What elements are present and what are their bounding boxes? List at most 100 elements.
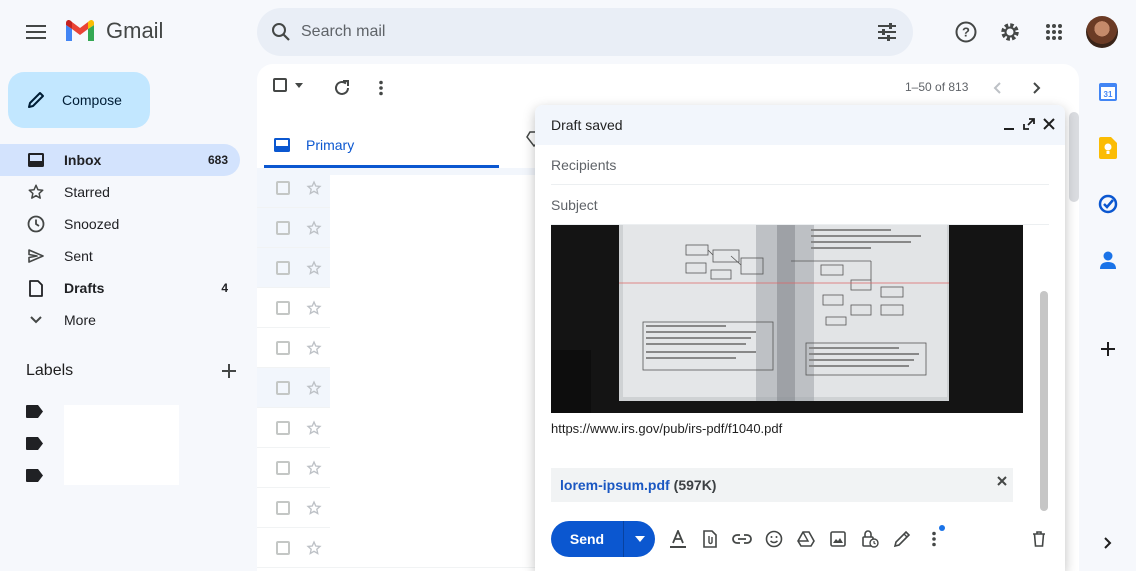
formatting-options-button[interactable]	[666, 527, 690, 551]
sidebar-nav: Inbox 683 Starred Snoozed Sent Drafts 4 …	[0, 144, 240, 336]
send-button[interactable]: Send	[551, 531, 623, 547]
row-checkbox[interactable]	[276, 220, 290, 235]
expand-side-panel-button[interactable]	[1096, 531, 1120, 555]
row-checkbox[interactable]	[276, 340, 290, 355]
main-menu-button[interactable]	[16, 12, 56, 52]
sidebar-item-inbox[interactable]: Inbox 683	[0, 144, 240, 176]
drive-icon	[797, 531, 815, 547]
compose-scrollbar[interactable]	[1040, 291, 1048, 511]
gmail-logo[interactable]: Gmail	[64, 18, 163, 44]
expand-icon	[1023, 118, 1035, 130]
insert-drive-button[interactable]	[794, 527, 818, 551]
search-icon[interactable]	[267, 18, 295, 46]
caret-down-icon[interactable]	[295, 82, 303, 88]
tasks-icon[interactable]	[1096, 192, 1120, 216]
app-name: Gmail	[106, 18, 164, 43]
row-checkbox[interactable]	[276, 540, 290, 555]
next-page-button[interactable]	[1033, 82, 1041, 94]
confidential-mode-button[interactable]	[858, 527, 882, 551]
labels-header: Labels	[26, 362, 236, 380]
label-tag-icon[interactable]	[26, 469, 46, 483]
star-icon[interactable]	[306, 299, 322, 316]
compose-header[interactable]: Draft saved	[535, 105, 1065, 145]
tab-primary[interactable]: Primary	[264, 124, 499, 168]
checkbox[interactable]	[273, 78, 287, 92]
star-icon[interactable]	[306, 539, 322, 556]
close-icon	[1043, 118, 1055, 130]
sidebar-item-label: More	[64, 312, 96, 328]
prev-page-button[interactable]	[993, 82, 1001, 94]
add-label-button[interactable]	[222, 364, 236, 378]
sidebar-item-snoozed[interactable]: Snoozed	[0, 208, 240, 240]
pencil-icon	[28, 92, 44, 108]
support-button[interactable]: ?	[946, 12, 986, 52]
star-icon[interactable]	[306, 459, 322, 476]
discard-draft-button[interactable]	[1027, 527, 1051, 551]
redacted-message-content	[330, 175, 535, 565]
apps-button[interactable]	[1034, 12, 1074, 52]
search-bar[interactable]	[257, 8, 913, 56]
star-icon[interactable]	[306, 179, 322, 196]
subject-field[interactable]: Subject	[551, 185, 1049, 225]
chevron-right-icon	[1033, 82, 1041, 94]
subject-placeholder: Subject	[551, 196, 598, 213]
more-options-button[interactable]	[922, 525, 946, 551]
settings-button[interactable]	[990, 12, 1030, 52]
label-tag-icon[interactable]	[26, 437, 46, 451]
search-options-icon[interactable]	[877, 23, 897, 41]
row-checkbox[interactable]	[276, 180, 290, 195]
row-checkbox[interactable]	[276, 380, 290, 395]
attach-files-button[interactable]	[698, 527, 722, 551]
body-url-text[interactable]: https://www.irs.gov/pub/irs-pdf/f1040.pd…	[551, 421, 782, 436]
sidebar-item-more[interactable]: More	[0, 304, 240, 336]
sidebar-item-label: Starred	[64, 184, 110, 200]
row-checkbox[interactable]	[276, 500, 290, 515]
compose-button[interactable]: Compose	[8, 72, 150, 128]
fullscreen-button[interactable]	[1023, 117, 1035, 131]
text-format-icon	[670, 530, 686, 548]
send-options-button[interactable]	[624, 536, 655, 542]
plus-icon	[1101, 342, 1115, 356]
insert-signature-button[interactable]	[890, 527, 914, 551]
recipients-field[interactable]: Recipients	[551, 145, 1049, 185]
sidebar-item-sent[interactable]: Sent	[0, 240, 240, 272]
attachment-chip[interactable]: lorem-ipsum.pdf (597K)	[551, 468, 1013, 502]
star-icon[interactable]	[306, 419, 322, 436]
compose-title: Draft saved	[551, 117, 623, 133]
keep-icon[interactable]	[1096, 136, 1120, 160]
remove-attachment-button[interactable]	[997, 476, 1007, 486]
star-icon[interactable]	[306, 259, 322, 276]
row-checkbox[interactable]	[276, 300, 290, 315]
pen-icon	[893, 530, 911, 548]
label-tag-icon[interactable]	[26, 405, 46, 419]
star-icon[interactable]	[306, 219, 322, 236]
draft-icon	[26, 278, 46, 298]
sidebar-item-drafts[interactable]: Drafts 4	[0, 272, 240, 304]
sidebar-item-label: Drafts	[64, 280, 105, 296]
star-icon[interactable]	[306, 379, 322, 396]
search-input[interactable]	[301, 23, 877, 41]
list-scrollbar[interactable]	[1069, 112, 1079, 202]
star-icon[interactable]	[306, 499, 322, 516]
sidebar-item-label: Sent	[64, 248, 93, 264]
calendar-icon[interactable]: 31	[1096, 80, 1120, 104]
more-actions-button[interactable]	[378, 80, 384, 96]
attachment-name[interactable]: lorem-ipsum.pdf	[560, 477, 670, 493]
row-checkbox[interactable]	[276, 460, 290, 475]
row-checkbox[interactable]	[276, 260, 290, 275]
select-all-checkbox[interactable]	[273, 78, 303, 92]
insert-photo-button[interactable]	[826, 527, 850, 551]
account-avatar[interactable]	[1086, 16, 1118, 48]
close-compose-button[interactable]	[1043, 117, 1055, 131]
add-addon-button[interactable]	[1096, 337, 1120, 361]
minimize-button[interactable]	[1003, 117, 1015, 131]
refresh-button[interactable]	[333, 79, 351, 97]
insert-emoji-button[interactable]	[762, 527, 786, 551]
row-checkbox[interactable]	[276, 420, 290, 435]
star-icon[interactable]	[306, 339, 322, 356]
insert-link-button[interactable]	[730, 527, 754, 551]
sidebar-item-starred[interactable]: Starred	[0, 176, 240, 208]
inbox-count: 683	[207, 153, 228, 167]
inline-book-image[interactable]	[551, 225, 1023, 413]
contacts-icon[interactable]	[1096, 248, 1120, 272]
